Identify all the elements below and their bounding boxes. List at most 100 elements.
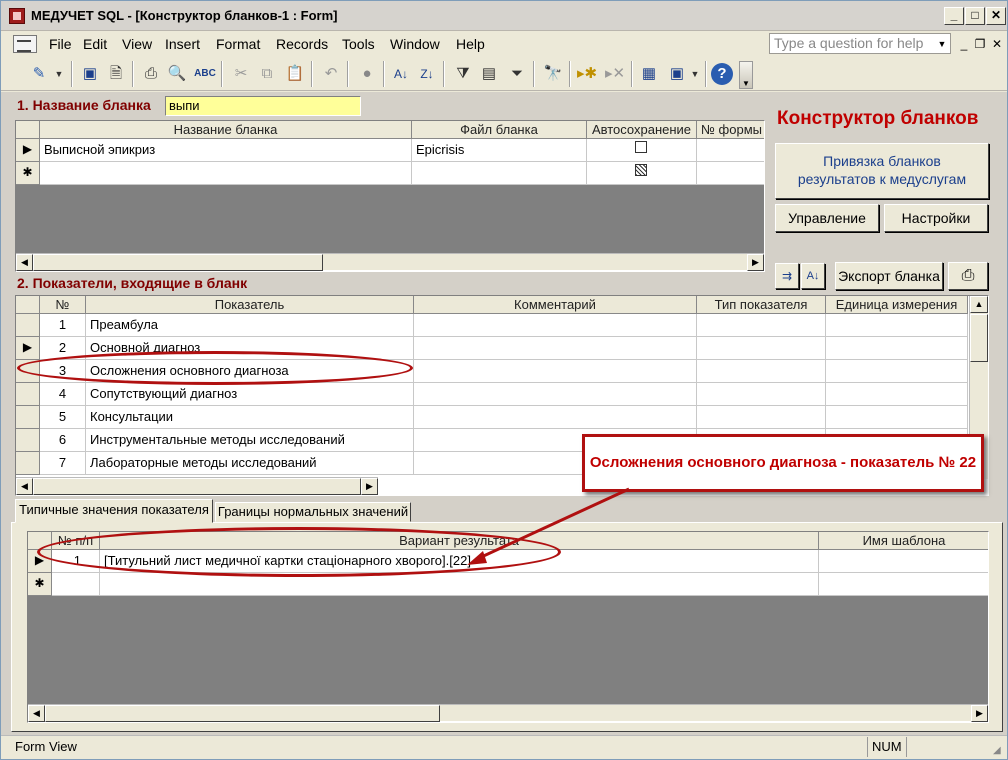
cell-comment[interactable] <box>414 406 697 429</box>
cell-number[interactable]: 1 <box>40 314 86 337</box>
delete-record-icon[interactable]: ▸✕ <box>603 62 627 86</box>
tab-normal-ranges[interactable]: Границы нормальных значений <box>215 502 411 522</box>
sort-icon[interactable]: A↓ <box>801 263 825 289</box>
menu-insert[interactable]: Insert <box>165 36 200 52</box>
col-header-autosave[interactable]: Автосохранение <box>587 121 697 139</box>
cell-indicator[interactable]: Сопутствующий диагноз <box>86 383 414 406</box>
cell-new-row-number[interactable] <box>52 573 100 596</box>
cell-indicator-type[interactable] <box>697 337 826 360</box>
cell-number[interactable]: 6 <box>40 429 86 452</box>
chevron-down-icon[interactable]: ▼ <box>53 62 65 86</box>
indicators-hscrollbar[interactable]: ◀ ▶ <box>16 477 378 495</box>
col-header-indicator-type[interactable]: Тип показателя <box>697 296 826 314</box>
help-icon[interactable]: ? <box>711 63 733 85</box>
col-header-form-number[interactable]: № формы <box>697 121 764 139</box>
blank-name-filter-input[interactable]: выпи <box>165 96 361 116</box>
scroll-left-icon[interactable]: ◀ <box>28 705 45 722</box>
minimize-icon[interactable]: _ <box>944 7 964 25</box>
filter-by-selection-icon[interactable]: ⧩ <box>451 62 475 86</box>
scroll-left-icon[interactable]: ◀ <box>16 478 33 495</box>
mdi-restore-icon[interactable]: ❐ <box>972 37 988 53</box>
file-search-icon[interactable]: 🗎 <box>104 62 128 86</box>
cell-new-blank-name[interactable] <box>40 162 412 185</box>
col-header-template-name[interactable]: Имя шаблона <box>819 532 988 550</box>
autosave-checkbox[interactable] <box>635 141 647 153</box>
cell-indicator-type[interactable] <box>697 406 826 429</box>
design-view-icon[interactable]: ✎ <box>27 62 51 86</box>
copy-icon[interactable]: ⧉ <box>255 62 279 86</box>
scroll-right-icon[interactable]: ▶ <box>747 254 764 271</box>
row-selector-new-icon[interactable]: ✱ <box>16 162 40 185</box>
row-selector[interactable] <box>16 452 40 475</box>
cell-new-form-number[interactable] <box>697 162 764 185</box>
col-header-comment[interactable]: Комментарий <box>414 296 697 314</box>
cell-form-number[interactable] <box>697 139 764 162</box>
manage-button[interactable]: Управление <box>775 204 879 232</box>
menu-records[interactable]: Records <box>276 36 328 52</box>
form-menu-icon[interactable] <box>13 35 37 53</box>
cell-indicator[interactable]: Консультации <box>86 406 414 429</box>
maximize-icon[interactable]: □ <box>965 7 985 25</box>
mdi-close-icon[interactable]: ✕ <box>989 37 1005 53</box>
cell-autosave[interactable] <box>587 139 697 162</box>
cell-indicator-type[interactable] <box>697 383 826 406</box>
scroll-right-icon[interactable]: ▶ <box>361 478 378 495</box>
row-selector[interactable] <box>16 406 40 429</box>
spelling-icon[interactable]: ABC <box>193 62 217 86</box>
menu-view[interactable]: View <box>122 36 152 52</box>
security-icon[interactable]: ● <box>355 62 379 86</box>
blanks-hscrollbar[interactable]: ◀ ▶ <box>16 253 764 271</box>
sort-ascending-icon[interactable]: A↓ <box>389 62 413 86</box>
variants-hscrollbar[interactable]: ◀ ▶ <box>28 704 988 722</box>
cell-comment[interactable] <box>414 383 697 406</box>
chevron-down-icon[interactable]: ▼ <box>936 39 948 51</box>
export-blank-button[interactable]: Экспорт бланка <box>835 262 943 290</box>
apply-filter-icon[interactable]: ⏷ <box>505 62 529 86</box>
cell-comment[interactable] <box>414 314 697 337</box>
menu-edit[interactable]: Edit <box>83 36 107 52</box>
scroll-thumb[interactable] <box>33 254 323 271</box>
cell-new-autosave[interactable] <box>587 162 697 185</box>
menu-window[interactable]: Window <box>390 36 440 52</box>
cell-comment[interactable] <box>414 360 697 383</box>
link-blanks-button[interactable]: Привязка бланков результатов к медуслуга… <box>775 143 989 199</box>
menu-help[interactable]: Help <box>456 36 485 52</box>
row-selector-current-icon[interactable]: ▶ <box>16 337 40 360</box>
col-header-blank-name[interactable]: Название бланка <box>40 121 412 139</box>
col-header-indicator[interactable]: Показатель <box>86 296 414 314</box>
new-record-icon[interactable]: ▸✱ <box>575 62 599 86</box>
row-selector-new-icon[interactable]: ✱ <box>28 573 52 596</box>
chevron-down-icon[interactable]: ▼ <box>689 62 701 86</box>
app-icon[interactable] <box>9 8 25 24</box>
row-selector[interactable] <box>16 383 40 406</box>
new-object-icon[interactable]: ▣ <box>665 62 689 86</box>
align-icon[interactable]: ⇉ <box>775 263 799 289</box>
cell-blank-name[interactable]: Выписной эпикриз <box>40 139 412 162</box>
col-header-number[interactable]: № <box>40 296 86 314</box>
scroll-thumb[interactable] <box>33 478 361 495</box>
scroll-thumb[interactable] <box>970 314 988 362</box>
sort-descending-icon[interactable]: Z↓ <box>415 62 439 86</box>
tab-typical-values[interactable]: Типичные значения показателя <box>15 499 213 523</box>
cut-icon[interactable]: ✂ <box>229 62 253 86</box>
cell-indicator[interactable]: Преамбула <box>86 314 414 337</box>
menu-tools[interactable]: Tools <box>342 36 375 52</box>
cell-new-blank-file[interactable] <box>412 162 587 185</box>
print-icon[interactable]: ⎙ <box>948 262 988 290</box>
cell-template-name[interactable] <box>819 550 988 573</box>
cell-unit[interactable] <box>826 360 968 383</box>
filter-by-form-icon[interactable]: ▤ <box>477 62 501 86</box>
help-search-input[interactable]: Type a question for help <box>769 33 951 54</box>
cell-unit[interactable] <box>826 383 968 406</box>
settings-button[interactable]: Настройки <box>884 204 988 232</box>
cell-unit[interactable] <box>826 314 968 337</box>
row-selector[interactable] <box>16 429 40 452</box>
cell-blank-file[interactable]: Epicrisis <box>412 139 587 162</box>
cell-unit[interactable] <box>826 337 968 360</box>
find-icon[interactable]: 🔭 <box>541 62 565 86</box>
print-preview-icon[interactable]: 🔍 <box>165 62 189 86</box>
cell-new-template-name[interactable] <box>819 573 988 596</box>
col-header-blank-file[interactable]: Файл бланка <box>412 121 587 139</box>
save-icon[interactable]: ▣ <box>78 62 102 86</box>
cell-indicator[interactable]: Лабораторные методы исследований <box>86 452 414 475</box>
